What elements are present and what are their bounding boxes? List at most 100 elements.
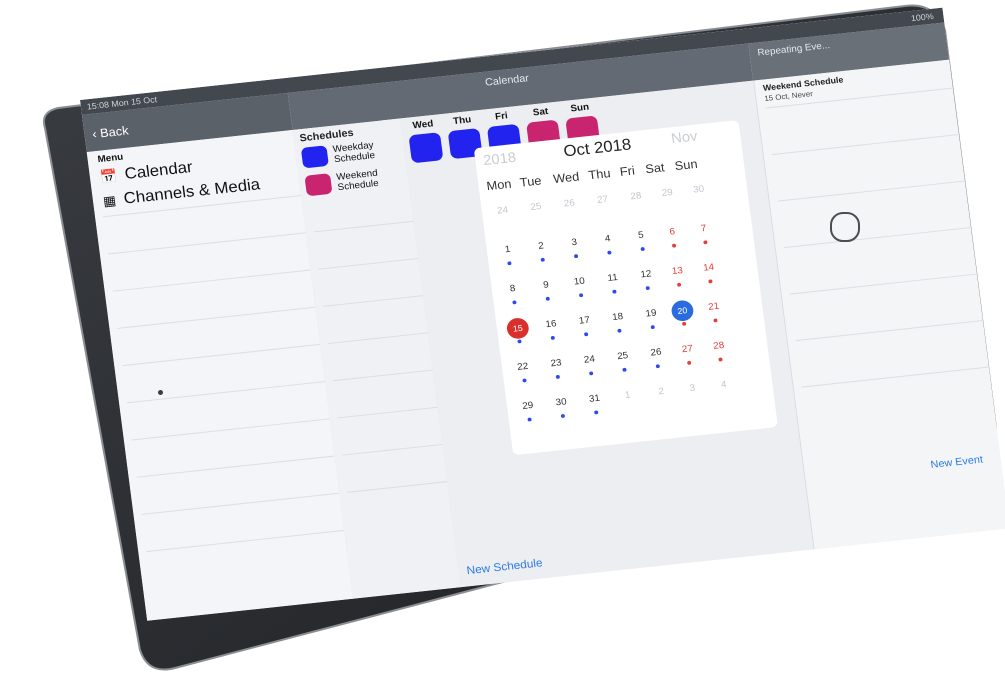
schedule-label: Weekend Schedule (335, 168, 380, 193)
divider (131, 418, 330, 441)
divider (141, 492, 340, 515)
event-dot (573, 254, 579, 259)
calendar-day[interactable]: 2 (650, 386, 673, 399)
calendar-day[interactable]: 19 (640, 307, 663, 320)
calendar-day[interactable]: 18 (606, 311, 629, 324)
calendar-day[interactable]: 12 (635, 268, 658, 281)
divider (783, 226, 972, 249)
calendar-day[interactable]: 25 (611, 350, 634, 363)
event-dot (517, 339, 522, 344)
calendar-day[interactable]: 13 (666, 265, 689, 278)
next-month-label[interactable]: Nov (670, 128, 698, 147)
calendar-day[interactable]: 7 (692, 223, 715, 236)
weekday-header: Sun (673, 156, 699, 173)
menu-heading: Menu (97, 152, 124, 165)
calendar-day[interactable]: 27 (591, 194, 614, 207)
event-dot (540, 257, 545, 262)
schedule-weekend[interactable]: Weekend Schedule (304, 167, 387, 197)
calendar-day[interactable]: 10 (568, 275, 591, 288)
calendar-day[interactable]: 14 (697, 262, 720, 275)
calendar-day[interactable]: 27 (676, 343, 699, 356)
event-dot (578, 293, 584, 298)
event-dot (527, 417, 532, 422)
divider (107, 232, 306, 255)
weekday-header: Fri (618, 163, 636, 179)
month-title: Oct 2018 (562, 135, 633, 161)
calendar-day[interactable]: 26 (558, 197, 581, 210)
calendar-day[interactable]: 17 (573, 315, 596, 328)
calendar-day[interactable]: 24 (491, 204, 514, 217)
day-color-swatch (408, 132, 444, 164)
calendar-day[interactable]: 6 (661, 226, 684, 239)
today-marker[interactable]: 15 (505, 317, 530, 340)
event-dot (703, 240, 708, 245)
calendar-day[interactable]: 3 (681, 382, 704, 395)
event-dot (583, 332, 589, 337)
calendar-day[interactable]: 30 (687, 183, 710, 196)
calendar-day[interactable]: 2 (530, 240, 553, 253)
calendar-day[interactable]: 25 (525, 201, 548, 214)
calendar-day[interactable]: 28 (707, 340, 730, 353)
weekday-header: Mon (485, 176, 513, 194)
calendar-day[interactable]: 21 (702, 301, 725, 314)
selected-day-marker[interactable]: 20 (670, 299, 695, 323)
event-dot (522, 378, 527, 383)
event-dot (594, 410, 599, 415)
calendar-day[interactable]: 3 (563, 236, 586, 249)
event-dot (507, 261, 512, 266)
event-dot (550, 335, 556, 340)
calendar-day[interactable]: 1 (616, 389, 639, 402)
calendar-day[interactable]: 22 (511, 361, 534, 374)
calendar-day[interactable]: 11 (601, 272, 624, 285)
calendar-day[interactable]: 16 (540, 318, 563, 331)
event-dot (588, 371, 594, 376)
calendar-day[interactable]: 29 (516, 400, 539, 413)
event-dot (640, 246, 645, 252)
weekday-color-swatch (300, 145, 329, 169)
calendar-day[interactable]: 5 (630, 229, 653, 242)
calendar-day[interactable]: 26 (645, 346, 668, 359)
divider (327, 332, 429, 345)
event-dot (545, 296, 550, 301)
event-dot (555, 374, 561, 379)
calendar-day[interactable]: 4 (712, 379, 735, 392)
day-label: Thu (452, 114, 472, 127)
event-dot (718, 357, 723, 362)
event-dot (681, 321, 687, 326)
divider (337, 406, 438, 419)
calendar-day[interactable]: 28 (624, 190, 647, 203)
calendar-day[interactable]: 9 (535, 279, 558, 292)
calendar-day[interactable]: 30 (550, 396, 573, 409)
calendar-day[interactable]: 24 (578, 354, 601, 367)
calendar-day[interactable]: 29 (656, 187, 679, 200)
divider (347, 481, 448, 493)
divider (136, 455, 335, 478)
day-wed[interactable]: Wed (405, 118, 446, 164)
event-dot (671, 243, 677, 248)
divider (117, 306, 316, 329)
calendar-day[interactable]: 1 (496, 244, 519, 257)
home-button[interactable] (830, 212, 860, 242)
event-dot (676, 282, 682, 287)
divider (126, 381, 326, 404)
month-calendar: 2018 Oct 2018 Nov Mon Tue Wed Thu Fri Sa… (473, 119, 778, 456)
calendar-day[interactable]: 23 (545, 357, 568, 370)
schedules-heading: Schedules (298, 127, 355, 145)
calendar-day[interactable]: 4 (596, 233, 619, 246)
event-dot (612, 289, 617, 294)
prev-year-label[interactable]: 2018 (482, 150, 517, 169)
back-button[interactable]: ‹ Back (91, 123, 129, 141)
divider (795, 319, 984, 342)
calendar-column: Wed Thu Fri Sat Sun 2018 Oct 2018 Nov Mo… (400, 80, 814, 588)
divider (318, 257, 419, 270)
calendar-icon: 📅 (98, 167, 118, 185)
schedule-weekday[interactable]: Weekday Schedule (300, 139, 384, 169)
divider (777, 180, 966, 202)
divider (332, 369, 433, 382)
divider (323, 295, 424, 307)
calendar-day[interactable]: 8 (501, 283, 524, 296)
calendar-day[interactable]: 31 (583, 393, 606, 406)
event-dot (512, 300, 517, 305)
day-label: Wed (412, 118, 434, 132)
weekday-header: Wed (552, 169, 581, 186)
